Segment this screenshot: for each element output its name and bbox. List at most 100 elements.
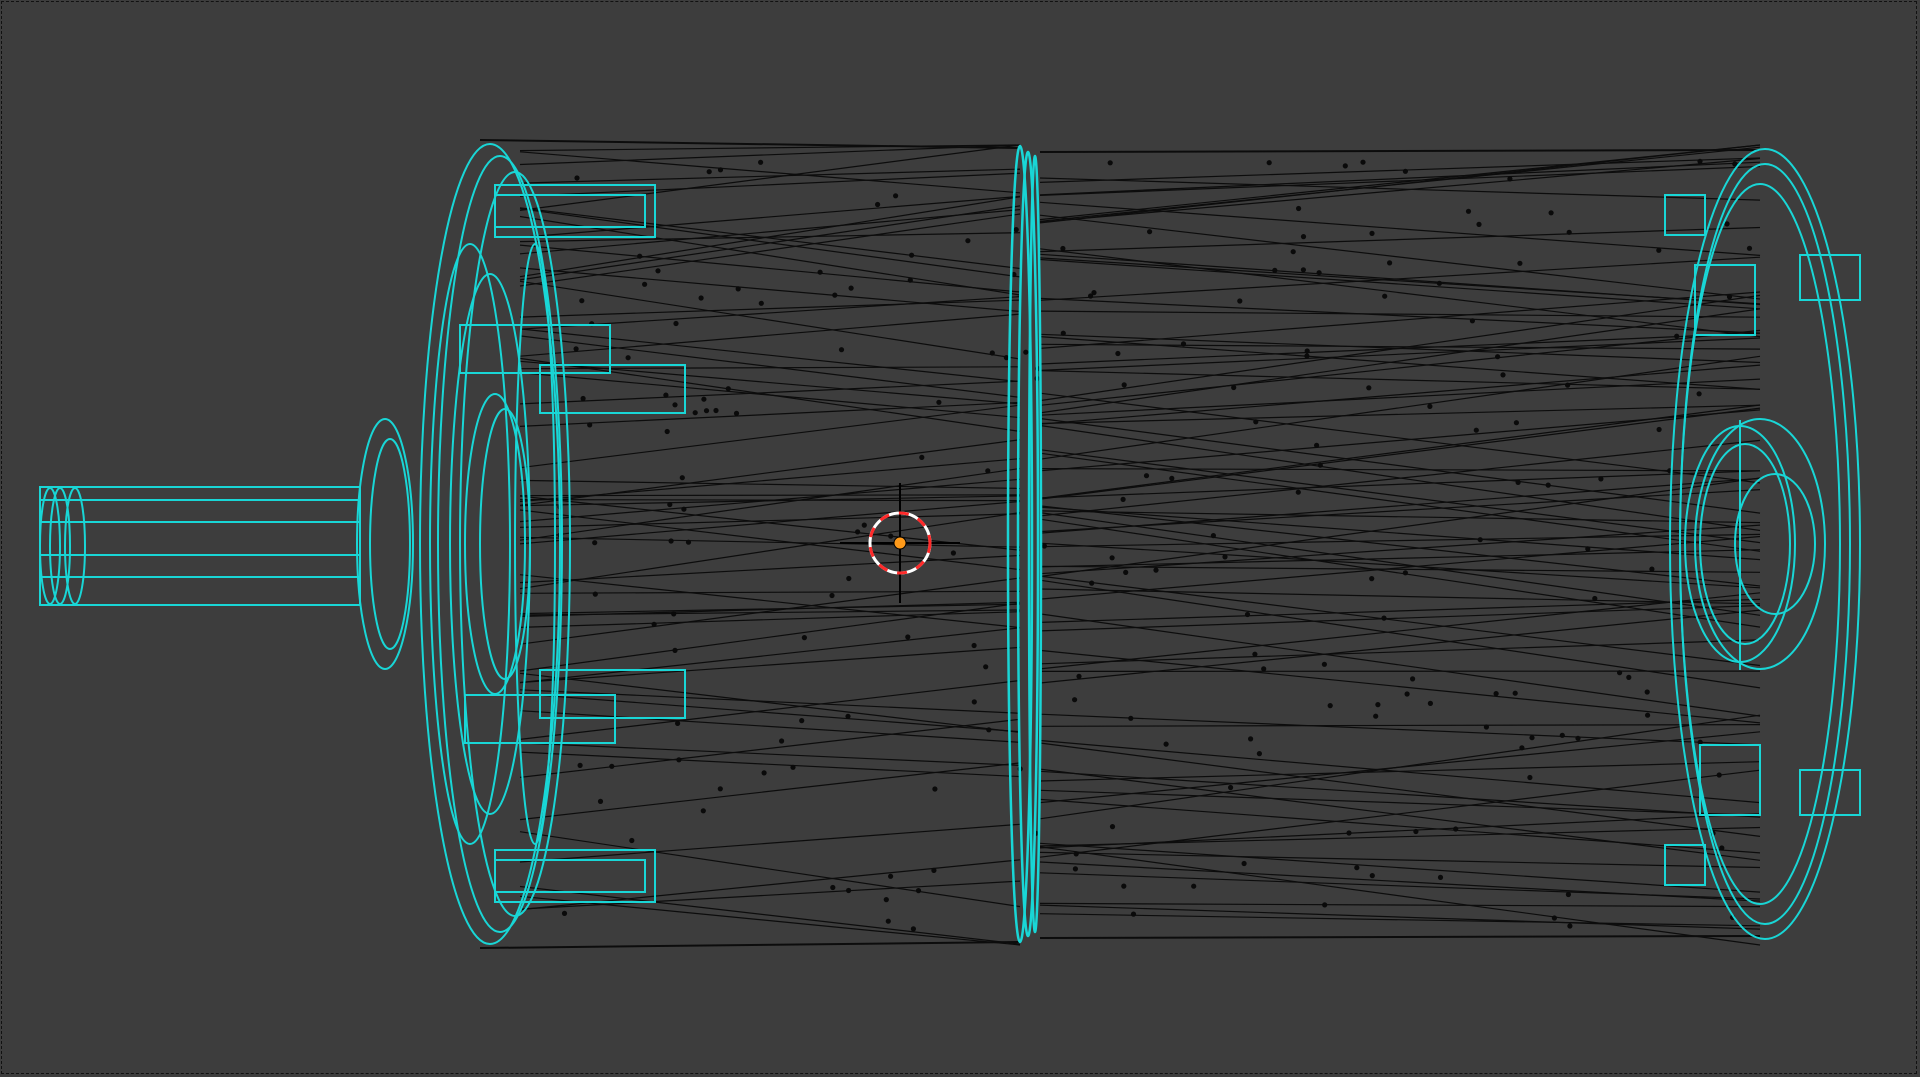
wire-edge	[1039, 257, 1761, 305]
vertex-dot	[1346, 830, 1352, 836]
vertex-dot	[698, 295, 704, 301]
vertex-dot	[1369, 873, 1375, 879]
vertex-dot	[651, 621, 657, 627]
vertex-dot	[989, 350, 995, 356]
wire-edge	[519, 511, 1021, 590]
vertex-dot	[1719, 845, 1725, 851]
vertex-dot	[1304, 353, 1310, 359]
vertex-dot	[580, 395, 586, 402]
vertex-dot	[701, 396, 707, 402]
vertex-dot	[1617, 670, 1623, 676]
wire-edge	[519, 215, 1021, 296]
vertex-dot	[1519, 745, 1525, 751]
vertex-dot	[663, 392, 669, 398]
vertex-dot	[799, 718, 805, 724]
vertex-dot	[675, 720, 681, 727]
wire-edge	[1039, 452, 1761, 552]
vertex-dot	[1115, 350, 1121, 357]
vertex-dot	[668, 538, 674, 544]
vertex-dot	[971, 699, 977, 705]
vertex-dot	[1469, 318, 1475, 324]
silhouette-edge	[1039, 935, 1761, 939]
vertex-dot	[845, 713, 851, 719]
vertex-dot	[1169, 475, 1175, 481]
vertex-dot	[1402, 168, 1408, 174]
vertex-dot	[1565, 891, 1571, 898]
left-end-cap[interactable]	[356, 143, 571, 945]
vertex-dot	[910, 926, 917, 932]
vertex-dot	[830, 884, 836, 891]
vertex-dot	[629, 837, 635, 844]
vertex-dot	[1088, 293, 1094, 299]
vertex-dot	[1314, 442, 1320, 448]
vertex-dot	[971, 642, 977, 649]
vertex-dot	[1210, 533, 1216, 539]
vertex-dot	[1465, 208, 1472, 214]
wire-edge	[519, 357, 1021, 432]
vertex-dot	[579, 298, 585, 304]
vertex-dot	[1696, 391, 1702, 397]
vertex-dot	[1369, 576, 1375, 582]
wireframe-scene[interactable]	[0, 0, 1920, 1077]
vertex-dot	[1545, 482, 1551, 488]
vertex-dot	[1477, 537, 1483, 543]
vertex-dot	[1128, 715, 1134, 721]
vertex-dot	[609, 763, 615, 769]
motor-shaft[interactable]	[39, 486, 361, 606]
vertex-dot	[1726, 294, 1733, 300]
vertex-dot	[1626, 674, 1632, 681]
vertex-dot	[1107, 160, 1113, 166]
vertex-dot	[1304, 348, 1310, 354]
vertex-dot	[1375, 702, 1381, 708]
vertex-dot	[1300, 267, 1306, 273]
vertex-dot	[1548, 210, 1554, 216]
body-wireframe-edges	[479, 139, 1761, 949]
vertex-dot	[986, 727, 992, 733]
wire-edge	[519, 895, 1021, 946]
vertex-dot	[1147, 229, 1153, 235]
vertex-dot	[685, 539, 692, 545]
vertex-dot	[1483, 724, 1489, 730]
vertex-dot	[587, 422, 593, 428]
vertex-dot	[1575, 735, 1581, 741]
vertex-dot	[700, 808, 706, 814]
middle-flange[interactable]	[1006, 144, 1043, 944]
vertex-dot	[1327, 703, 1333, 709]
right-end-cap[interactable]	[1664, 148, 1861, 940]
vertex-dot	[1222, 554, 1228, 560]
wire-edge	[1039, 713, 1761, 746]
wire-edge	[519, 646, 1021, 684]
vertex-dot	[1559, 732, 1565, 738]
wire-edge	[519, 479, 1021, 489]
vertex-dot	[1013, 227, 1019, 233]
vertex-dot	[931, 867, 937, 874]
vertex-dot	[1089, 580, 1095, 586]
vertex-dot	[1527, 774, 1533, 781]
wire-edge	[1039, 214, 1761, 300]
vertex-dot	[1427, 700, 1433, 707]
vertex-dot	[1512, 690, 1518, 696]
vertex-dot	[676, 757, 682, 763]
vertex-dot	[655, 268, 661, 274]
vertex-dot	[1381, 615, 1387, 621]
vertex-dot	[681, 506, 687, 512]
vertex-dot	[679, 475, 685, 481]
wire-edge	[519, 751, 1021, 778]
vertex-dot	[1476, 221, 1482, 227]
wire-edge	[1039, 291, 1761, 349]
wire-edge	[519, 494, 1021, 497]
vertex-dot	[1073, 851, 1079, 857]
wire-edge	[1039, 902, 1761, 908]
left-mounting-studs[interactable]	[459, 184, 686, 903]
vertex-dot	[1382, 293, 1388, 299]
vertex-dot	[573, 346, 579, 352]
vertex-dot	[817, 269, 823, 275]
wire-edge	[519, 602, 1021, 672]
3d-viewport[interactable]	[0, 0, 1920, 1077]
vertex-dot	[838, 347, 845, 353]
vertex-dot	[671, 611, 677, 617]
vertex-dot	[733, 410, 740, 416]
vertex-dot	[1342, 163, 1348, 169]
vertex-dot	[703, 408, 710, 414]
vertex-dot	[1517, 260, 1523, 266]
